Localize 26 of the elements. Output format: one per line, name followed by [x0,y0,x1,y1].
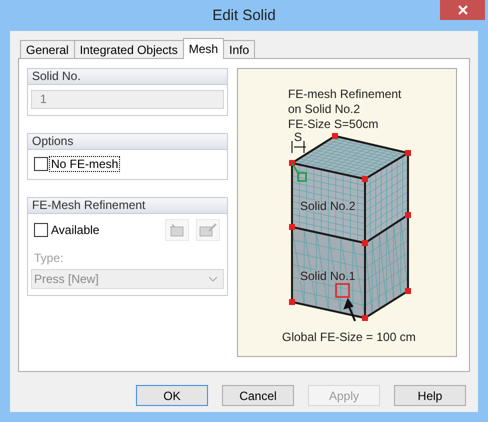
solid-number-field[interactable]: 1 [31,90,224,109]
tab[interactable]: Mesh [182,38,224,59]
dialog-button[interactable]: Help [394,385,466,406]
type-label: Type: [33,251,64,265]
group-header: Options [28,134,227,150]
checkbox-label: Available [50,223,100,237]
checkbox[interactable] [34,157,48,171]
tab[interactable]: Info [223,40,256,58]
close-icon [458,5,468,15]
dialog-button[interactable]: OK [136,385,208,406]
close-button[interactable] [440,0,485,20]
group-header: FE-Mesh Refinement [28,198,227,214]
dimension-label: S [294,130,302,144]
figure-caption: on Solid No.2 [288,102,360,116]
tab[interactable]: Integrated Objects [74,40,184,58]
figure-caption: FE-mesh Refinement [288,87,402,101]
chevron-down-icon [209,276,217,282]
global-size-label: Global FE-Size = 100 cm [282,330,416,344]
checkbox-label: No FE-mesh [50,157,120,171]
figure-caption: FE-Size S=50cm [288,117,378,131]
window-title: Edit Solid [212,7,276,24]
mesh-pencil-icon [199,223,217,237]
tab[interactable]: General [20,40,75,58]
solid-label: Solid No.1 [300,269,356,283]
group-header: Solid No. [28,69,227,85]
dialog-button[interactable]: Cancel [222,385,294,406]
